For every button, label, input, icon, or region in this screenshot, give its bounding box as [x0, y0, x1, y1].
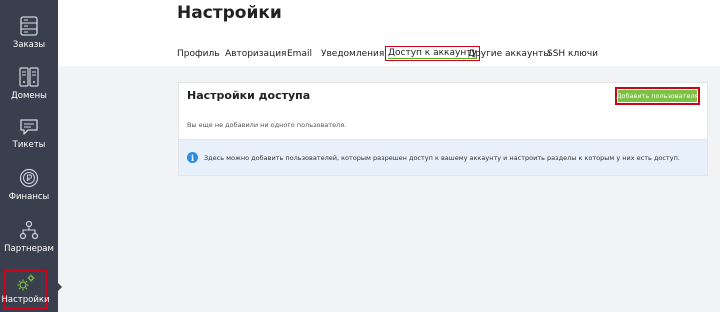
sidebar-item-partners[interactable]: Партнерам	[0, 220, 58, 254]
tab-other-accounts[interactable]: Другие аккаунты	[468, 48, 551, 60]
active-indicator-arrow	[58, 283, 62, 291]
add-user-button[interactable]: Добавить пользователя	[615, 87, 700, 105]
sidebar-item-domains[interactable]: Домены	[0, 67, 58, 101]
sidebar-item-finance[interactable]: Финансы	[0, 168, 58, 202]
sidebar-item-orders[interactable]: Заказы	[0, 16, 58, 50]
info-box: i Здесь можно добавить пользователей, ко…	[179, 139, 707, 175]
sidebar-item-label: Финансы	[8, 192, 50, 202]
sidebar-item-label: Партнерам	[4, 244, 54, 254]
add-user-button-label: Добавить пользователя	[616, 90, 699, 102]
sidebar-item-label: Тикеты	[12, 140, 46, 150]
tab-notifications[interactable]: Уведомления	[321, 48, 384, 60]
access-settings-card: Настройки доступа Добавить пользователя …	[178, 82, 708, 176]
tab-ssh-keys[interactable]: SSH ключи	[547, 48, 598, 60]
sidebar-item-settings[interactable]: Настройки	[1, 270, 50, 309]
page-header: Настройки Профиль Авторизация Email Увед…	[58, 0, 720, 66]
tab-authorization[interactable]: Авторизация	[225, 48, 286, 60]
sidebar-item-label: Настройки	[1, 295, 50, 305]
info-icon: i	[187, 152, 198, 163]
empty-users-message: Вы еще не добавили ни одного пользовател…	[187, 121, 347, 129]
chat-icon	[20, 119, 38, 135]
sidebar-item-label: Домены	[11, 91, 47, 101]
gears-icon	[17, 274, 34, 291]
server-icon	[20, 16, 38, 36]
server-rack-icon	[19, 67, 39, 87]
card-title: Настройки доступа	[187, 89, 311, 102]
sidebar: Заказы Домены Тикеты Финансы Партнерам Н…	[0, 0, 58, 312]
sidebar-item-label: Заказы	[12, 40, 46, 50]
tab-email[interactable]: Email	[287, 48, 312, 60]
tab-account-access[interactable]: Доступ к аккаунту	[385, 46, 480, 61]
network-icon	[19, 220, 39, 240]
info-text: Здесь можно добавить пользователей, кото…	[204, 154, 680, 162]
coin-icon	[19, 168, 39, 188]
page-title: Настройки	[177, 3, 282, 23]
tab-profile[interactable]: Профиль	[177, 48, 220, 60]
sidebar-item-tickets[interactable]: Тикеты	[0, 118, 58, 150]
